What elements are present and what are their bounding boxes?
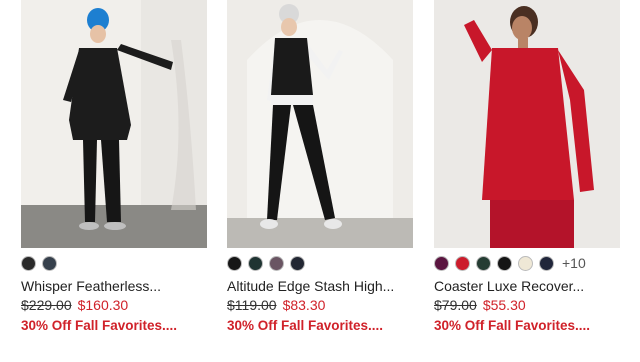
color-swatch[interactable]: [434, 255, 449, 271]
product-name[interactable]: Whisper Featherless...: [21, 277, 207, 295]
color-swatch[interactable]: [42, 255, 57, 271]
original-price: $229.00: [21, 297, 72, 313]
color-swatch[interactable]: [248, 255, 263, 271]
promo-label: 30% Off Fall Favorites....: [21, 318, 178, 333]
product-image[interactable]: [434, 0, 620, 248]
product-card[interactable]: Whisper Featherless... $229.00 $160.30 30…: [21, 0, 207, 335]
product-card[interactable]: Altitude Edge Stash High... $119.00 $83.3…: [227, 0, 413, 335]
color-swatch[interactable]: [227, 255, 242, 271]
promo-label: 30% Off Fall Favorites....: [434, 318, 591, 333]
color-swatch[interactable]: [539, 255, 554, 271]
color-swatch[interactable]: [455, 255, 470, 271]
price-row: $229.00 $160.30: [21, 296, 207, 314]
color-swatch[interactable]: [269, 255, 284, 271]
color-swatches: +10: [434, 255, 620, 271]
product-name[interactable]: Coaster Luxe Recover...: [434, 277, 620, 295]
color-swatch[interactable]: [476, 255, 491, 271]
product-image[interactable]: [21, 0, 207, 248]
product-image[interactable]: [227, 0, 413, 248]
color-swatch[interactable]: [497, 255, 512, 271]
original-price: $79.00: [434, 297, 477, 313]
price-row: $119.00 $83.30: [227, 296, 413, 314]
color-swatches: [21, 255, 207, 271]
sale-price: $160.30: [77, 297, 129, 313]
product-name[interactable]: Altitude Edge Stash High...: [227, 277, 413, 295]
more-colors-count[interactable]: +10: [562, 255, 586, 271]
color-swatches: [227, 255, 413, 271]
product-card[interactable]: +10 Coaster Luxe Recover... $79.00 $55.30…: [434, 0, 620, 335]
color-swatch[interactable]: [290, 255, 305, 271]
original-price: $119.00: [227, 297, 277, 313]
color-swatch[interactable]: [21, 255, 36, 271]
sale-price: $83.30: [282, 297, 326, 313]
color-swatch[interactable]: [518, 255, 533, 271]
sale-price: $55.30: [482, 297, 526, 313]
promo-label: 30% Off Fall Favorites....: [227, 318, 384, 333]
price-row: $79.00 $55.30: [434, 296, 620, 314]
